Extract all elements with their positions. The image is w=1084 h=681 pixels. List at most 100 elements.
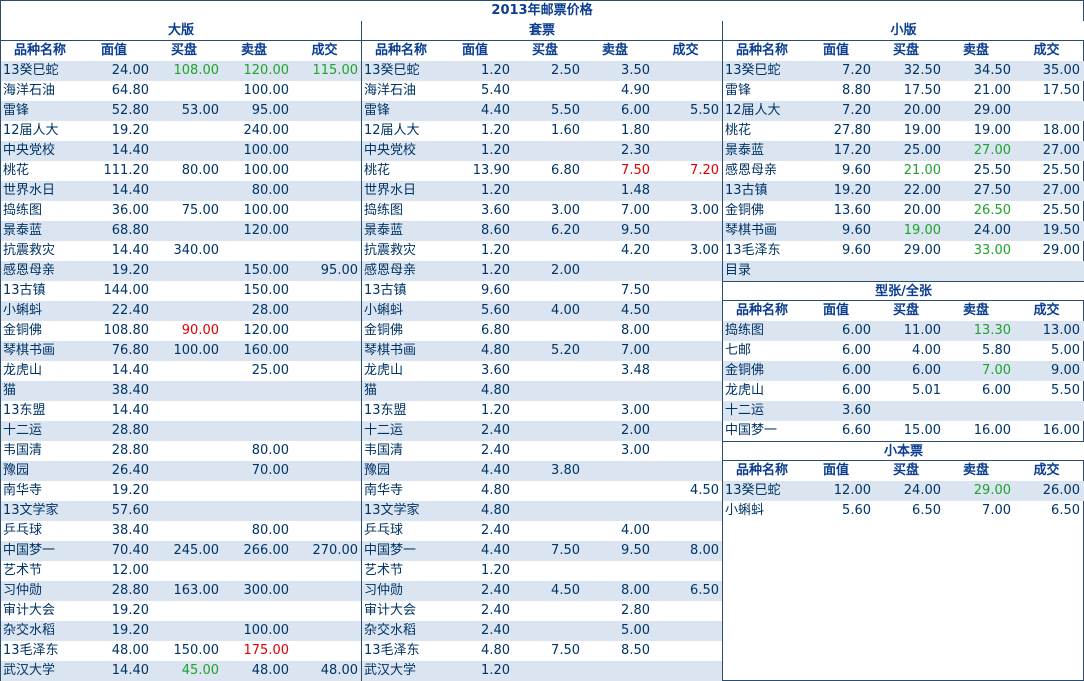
ask-cell: 4.20 <box>621 243 650 258</box>
ask-cell: 8.50 <box>621 643 650 658</box>
ask-cell: 19.00 <box>973 123 1011 138</box>
header-face-value: 面值 <box>822 303 849 318</box>
section-set: 套票 品种名称 面值 买盘 卖盘 成交 13癸巳蛇 1.20 2.50 3.50 海洋石油 5.40… <box>362 21 723 681</box>
bid-cell: 15.00 <box>903 423 941 438</box>
table-row: 景泰蓝 68.80 120.00 <box>1 221 361 241</box>
deal-cell: 5.00 <box>1051 343 1080 358</box>
name-cell: 中央党校 <box>3 143 56 158</box>
face-value-cell: 64.80 <box>111 83 149 98</box>
bid-cell <box>510 441 580 461</box>
ask-cell: 100.00 <box>243 203 290 218</box>
deal-cell <box>650 641 721 661</box>
deal-cell: 29.00 <box>1042 243 1080 258</box>
deal-cell <box>289 281 360 301</box>
deal-cell <box>650 441 721 461</box>
deal-cell <box>289 301 360 321</box>
bid-cell <box>510 661 580 681</box>
name-cell: 抗震救灾 <box>3 243 56 258</box>
deal-cell <box>650 321 721 341</box>
face-value-cell: 14.40 <box>111 663 149 678</box>
deal-cell <box>289 161 360 181</box>
bid-cell <box>149 401 219 421</box>
face-value-cell: 12.00 <box>111 563 149 578</box>
table-row: 金铜佛 6.00 6.00 7.00 9.00 <box>723 361 1084 381</box>
face-value-cell: 1.20 <box>481 243 510 258</box>
bid-cell: 4.50 <box>551 583 580 598</box>
deal-cell: 48.00 <box>320 663 358 678</box>
table-row: 金铜佛 108.80 90.00 120.00 <box>1 321 361 341</box>
price-table: 品种名称 面值 买盘 卖盘 成交 13癸巳蛇 7.20 32.50 34.50 35.00 雷锋 8.… <box>723 41 1084 281</box>
name-cell: 世界水日 <box>3 183 56 198</box>
deal-cell: 9.00 <box>1051 363 1080 378</box>
header-deal: 成交 <box>1033 463 1060 478</box>
deal-cell: 3.00 <box>690 243 719 258</box>
face-value-cell: 14.40 <box>111 183 149 198</box>
bid-cell <box>149 601 219 621</box>
name-cell: 艺术节 <box>3 563 43 578</box>
ask-cell <box>219 561 289 581</box>
face-value-cell: 8.60 <box>481 223 510 238</box>
face-value-cell: 144.00 <box>103 283 150 298</box>
price-table: 品种名称 面值 买盘 卖盘 成交 13癸巳蛇 1.20 2.50 3.50 海洋石油 5.40 4.9… <box>362 41 722 681</box>
bid-cell: 17.50 <box>903 83 941 98</box>
ask-cell: 150.00 <box>243 283 290 298</box>
bid-cell <box>510 361 580 381</box>
deal-cell <box>1011 261 1082 281</box>
deal-cell: 27.00 <box>1042 143 1080 158</box>
name-cell: 13古镇 <box>3 283 46 298</box>
face-value-cell: 8.80 <box>842 83 871 98</box>
name-cell: 桃花 <box>364 163 391 178</box>
deal-cell: 6.50 <box>690 583 719 598</box>
ask-cell: 150.00 <box>243 263 290 278</box>
deal-cell <box>289 341 360 361</box>
bid-cell: 3.80 <box>551 463 580 478</box>
ask-cell: 1.80 <box>621 123 650 138</box>
face-value-cell: 14.40 <box>111 143 149 158</box>
bid-cell <box>871 261 941 281</box>
bid-cell: 19.00 <box>903 223 941 238</box>
bid-cell <box>149 141 219 161</box>
face-value-cell: 4.80 <box>481 383 510 398</box>
name-cell: 南华寺 <box>364 483 404 498</box>
ask-cell: 9.50 <box>621 543 650 558</box>
name-cell: 雷锋 <box>364 103 391 118</box>
ask-cell <box>219 601 289 621</box>
face-value-cell: 4.80 <box>481 343 510 358</box>
header-bid: 买盘 <box>531 43 558 58</box>
bid-cell <box>149 361 219 381</box>
ask-cell: 28.00 <box>251 303 289 318</box>
face-value-cell: 5.60 <box>481 303 510 318</box>
header-bid: 买盘 <box>892 43 919 58</box>
bid-cell <box>149 301 219 321</box>
table-row: 艺术节 1.20 <box>362 561 722 581</box>
table-row: 13毛泽东 9.60 29.00 33.00 29.00 <box>723 241 1084 261</box>
bid-cell: 20.00 <box>903 203 941 218</box>
bid-cell <box>510 241 580 261</box>
table-row: 豫园 26.40 70.00 <box>1 461 361 481</box>
name-cell: 中国梦一 <box>364 543 417 558</box>
name-cell: 13毛泽东 <box>725 243 781 258</box>
bid-cell: 108.00 <box>173 63 220 78</box>
deal-cell <box>650 661 721 681</box>
deal-cell <box>650 401 721 421</box>
name-cell: 韦国清 <box>364 443 404 458</box>
table-row: 13东盟 14.40 <box>1 401 361 421</box>
table-row: 中央党校 1.20 2.30 <box>362 141 722 161</box>
name-cell: 金铜佛 <box>725 203 765 218</box>
header-ask: 卖盘 <box>601 43 628 58</box>
table-row: 中国梦一 4.40 7.50 9.50 8.00 <box>362 541 722 561</box>
table-row: 13毛泽东 48.00 150.00 175.00 <box>1 641 361 661</box>
table-row: 13古镇 19.20 22.00 27.50 27.00 <box>723 181 1084 201</box>
bid-cell <box>149 621 219 641</box>
ask-cell: 2.00 <box>621 423 650 438</box>
table-row: 韦国清 2.40 3.00 <box>362 441 722 461</box>
face-value-cell: 57.60 <box>111 503 149 518</box>
ask-cell: 26.50 <box>973 203 1011 218</box>
deal-cell <box>289 621 360 641</box>
ask-cell: 80.00 <box>251 183 289 198</box>
header-ask: 卖盘 <box>962 43 989 58</box>
header-name: 品种名称 <box>735 43 788 58</box>
deal-cell <box>650 461 721 481</box>
bid-cell <box>510 481 580 501</box>
table-row: 杂交水稻 2.40 5.00 <box>362 621 722 641</box>
